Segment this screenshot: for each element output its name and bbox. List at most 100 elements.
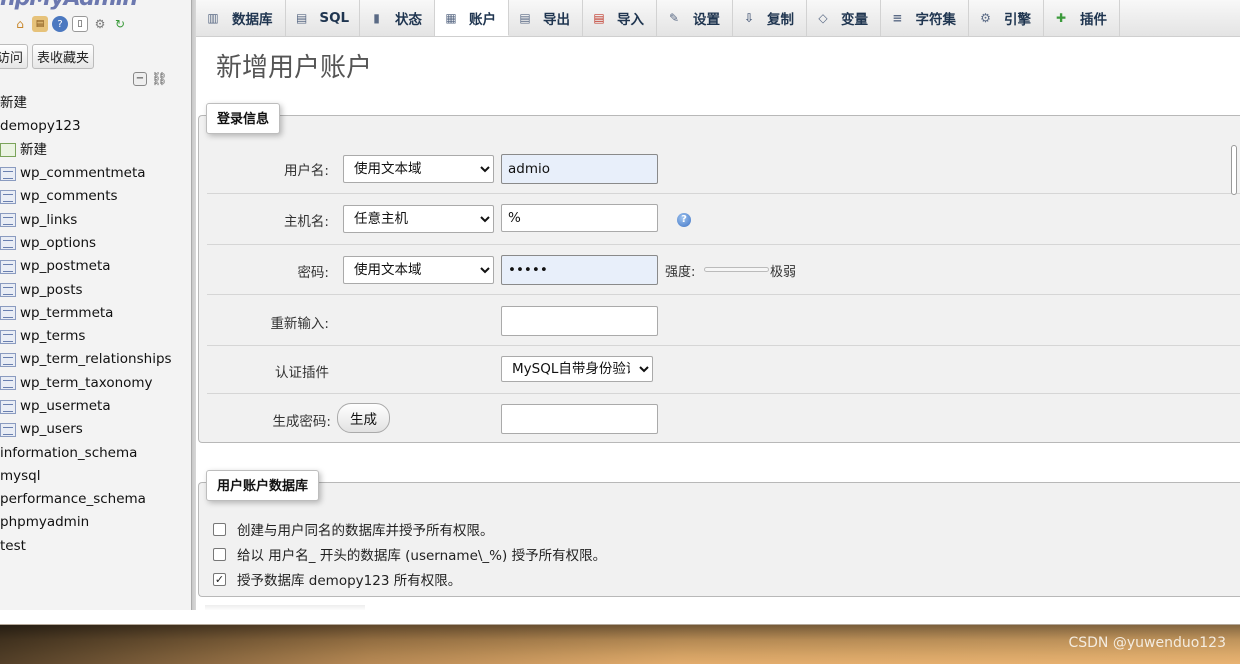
tree-item-label: phpmyadmin [0, 514, 90, 531]
checkbox[interactable] [213, 547, 226, 561]
tab-export[interactable]: ▤ 导出 [509, 0, 583, 36]
docs-icon[interactable]: ▯ [72, 16, 88, 32]
tree-item-label: mysql [0, 467, 41, 484]
tree-item-database[interactable]: information_schema [0, 441, 191, 464]
option-label: 创建与用户同名的数据库并授予所有权限。 [237, 523, 494, 539]
tab-label: SQL [319, 10, 350, 26]
help-icon[interactable]: ? [677, 213, 691, 227]
charset-icon: ≡ [892, 11, 903, 25]
checkbox-checked[interactable]: ✓ [213, 572, 226, 586]
logo-text-accent: MyAdmin [29, 0, 137, 11]
generated-password-input[interactable] [501, 404, 658, 434]
phpmyadmin-logo[interactable]: hpMyAdmin [0, 0, 138, 11]
tree-item-table[interactable]: wp_term_relationships [0, 348, 191, 371]
tab-favorites[interactable]: 表收藏夹 [32, 44, 95, 69]
tree-item-label: 新建 [0, 95, 27, 112]
username-row: 用户名: 使用文本域 [207, 143, 1240, 194]
tab-label: 账户 [469, 11, 496, 28]
tab-label: 设置 [693, 12, 720, 28]
tree-item-label: test [0, 537, 26, 554]
generate-password-button[interactable]: 生成 [337, 403, 390, 433]
tree-item-label: performance_schema [0, 491, 146, 508]
tab-charset[interactable]: ≡ 字符集 [881, 0, 969, 36]
tab-accounts[interactable]: ▦ 账户 [435, 0, 509, 36]
tree-item-label: wp_commentmeta [20, 165, 146, 182]
tree-item-table[interactable]: wp_comments [0, 185, 191, 208]
database-icon: ▥ [207, 11, 219, 25]
table-icon [0, 236, 16, 251]
tree-item-label: demopy123 [0, 118, 81, 135]
collapse-all-icon[interactable]: − [133, 72, 147, 86]
tab-databases[interactable]: ▥ 数据库 [196, 0, 286, 36]
tree-item-table[interactable]: wp_termmeta [0, 302, 191, 325]
db-option-grant-current[interactable]: ✓ 授予数据库 demopy123 所有权限。 [213, 569, 461, 589]
home-icon[interactable]: ⌂ [12, 16, 28, 32]
table-icon [0, 259, 16, 274]
strength-meter [704, 267, 769, 272]
password-input[interactable] [501, 255, 658, 285]
tree-item-database[interactable]: mysql [0, 465, 191, 488]
tree-item-table[interactable]: wp_postmeta [0, 255, 191, 278]
checkbox[interactable] [213, 522, 226, 536]
auth-plugin-label: 认证插件 [275, 365, 329, 381]
tab-sql[interactable]: ▤ SQL [286, 0, 360, 36]
reload-icon[interactable]: ↻ [112, 16, 128, 32]
tree-item-table[interactable]: wp_term_taxonomy [0, 372, 191, 395]
password-mode-select[interactable]: 使用文本域 [343, 256, 494, 284]
tab-label: 数据库 [232, 12, 273, 28]
tree-item-table[interactable]: wp_usermeta [0, 395, 191, 418]
reenter-password-input[interactable] [501, 306, 658, 336]
tree-item-database[interactable]: test [0, 535, 191, 558]
tab-recent[interactable]: 访问 [0, 44, 29, 69]
tree-item-database[interactable]: demopy123 [0, 115, 191, 138]
db-option-same-name[interactable]: 创建与用户同名的数据库并授予所有权限。 [213, 519, 494, 539]
tab-status[interactable]: ▮ 状态 [360, 0, 435, 36]
desert-wallpaper [0, 625, 1240, 664]
tree-item-table[interactable]: wp_options [0, 232, 191, 255]
host-mode-select[interactable]: 任意主机 [343, 205, 494, 233]
option-label: 给以 用户名_ 开头的数据库 (username\_%) 授予所有权限。 [237, 548, 607, 564]
tree-item-table[interactable]: wp_terms [0, 325, 191, 348]
login-info-legend: 登录信息 [206, 103, 281, 134]
username-mode-select[interactable]: 使用文本域 [343, 155, 494, 183]
sql-icon[interactable]: ▤ [32, 16, 48, 32]
table-icon [0, 422, 16, 437]
tree-item-database[interactable]: 新建 [0, 92, 191, 115]
tree-item-new[interactable]: 新建 [0, 139, 191, 162]
export-icon: ▤ [519, 11, 531, 25]
engine-icon: ⚙ [980, 11, 991, 25]
help-icon[interactable]: ? [52, 16, 68, 32]
tree-item-label: wp_users [20, 421, 83, 438]
desktop-background: CSDN @yuwenduo123 [0, 610, 1240, 664]
tab-variables[interactable]: ◇ 变量 [807, 0, 881, 36]
main-content: 新增用户账户 登录信息 用户名: 使用文本域 主机名: 任意主机 ? 密码: 使… [196, 37, 1240, 610]
tab-label: 导出 [543, 12, 570, 28]
host-input[interactable] [501, 204, 658, 232]
tree-controls: − ⛓ [133, 72, 168, 87]
username-input[interactable] [501, 154, 658, 184]
tree-item-label: wp_term_relationships [20, 351, 172, 368]
tab-label: 字符集 [915, 12, 957, 28]
tree-item-database[interactable]: performance_schema [0, 488, 191, 511]
tree-item-table[interactable]: wp_links [0, 208, 191, 231]
tree-item-label: wp_comments [20, 188, 118, 205]
generate-password-label: 生成密码: [272, 414, 331, 430]
tree-item-table[interactable]: wp_users [0, 418, 191, 441]
table-icon [0, 376, 16, 391]
password-row: 密码: 使用文本域 强度: 极弱 [207, 245, 1240, 295]
settings-icon[interactable]: ⚙ [92, 16, 108, 32]
link-icon[interactable]: ⛓ [151, 72, 168, 87]
tab-plugins[interactable]: ✚ 插件 [1044, 0, 1120, 36]
tree-item-table[interactable]: wp_posts [0, 278, 191, 301]
username-label: 用户名: [283, 163, 329, 179]
tab-settings[interactable]: ✎ 设置 [657, 0, 733, 36]
tab-replication[interactable]: ⇩ 复制 [733, 0, 807, 36]
vertical-scrollbar[interactable] [1231, 145, 1237, 195]
tree-item-table[interactable]: wp_commentmeta [0, 162, 191, 185]
auth-plugin-select[interactable]: MySQL自带身份验证 [501, 356, 653, 382]
tab-import[interactable]: ▤ 导入 [583, 0, 657, 36]
tab-engines[interactable]: ⚙ 引擎 [969, 0, 1044, 36]
db-option-prefix[interactable]: 给以 用户名_ 开头的数据库 (username\_%) 授予所有权限。 [213, 544, 606, 564]
tree-item-label: wp_posts [20, 281, 83, 298]
tree-item-database[interactable]: phpmyadmin [0, 511, 191, 534]
